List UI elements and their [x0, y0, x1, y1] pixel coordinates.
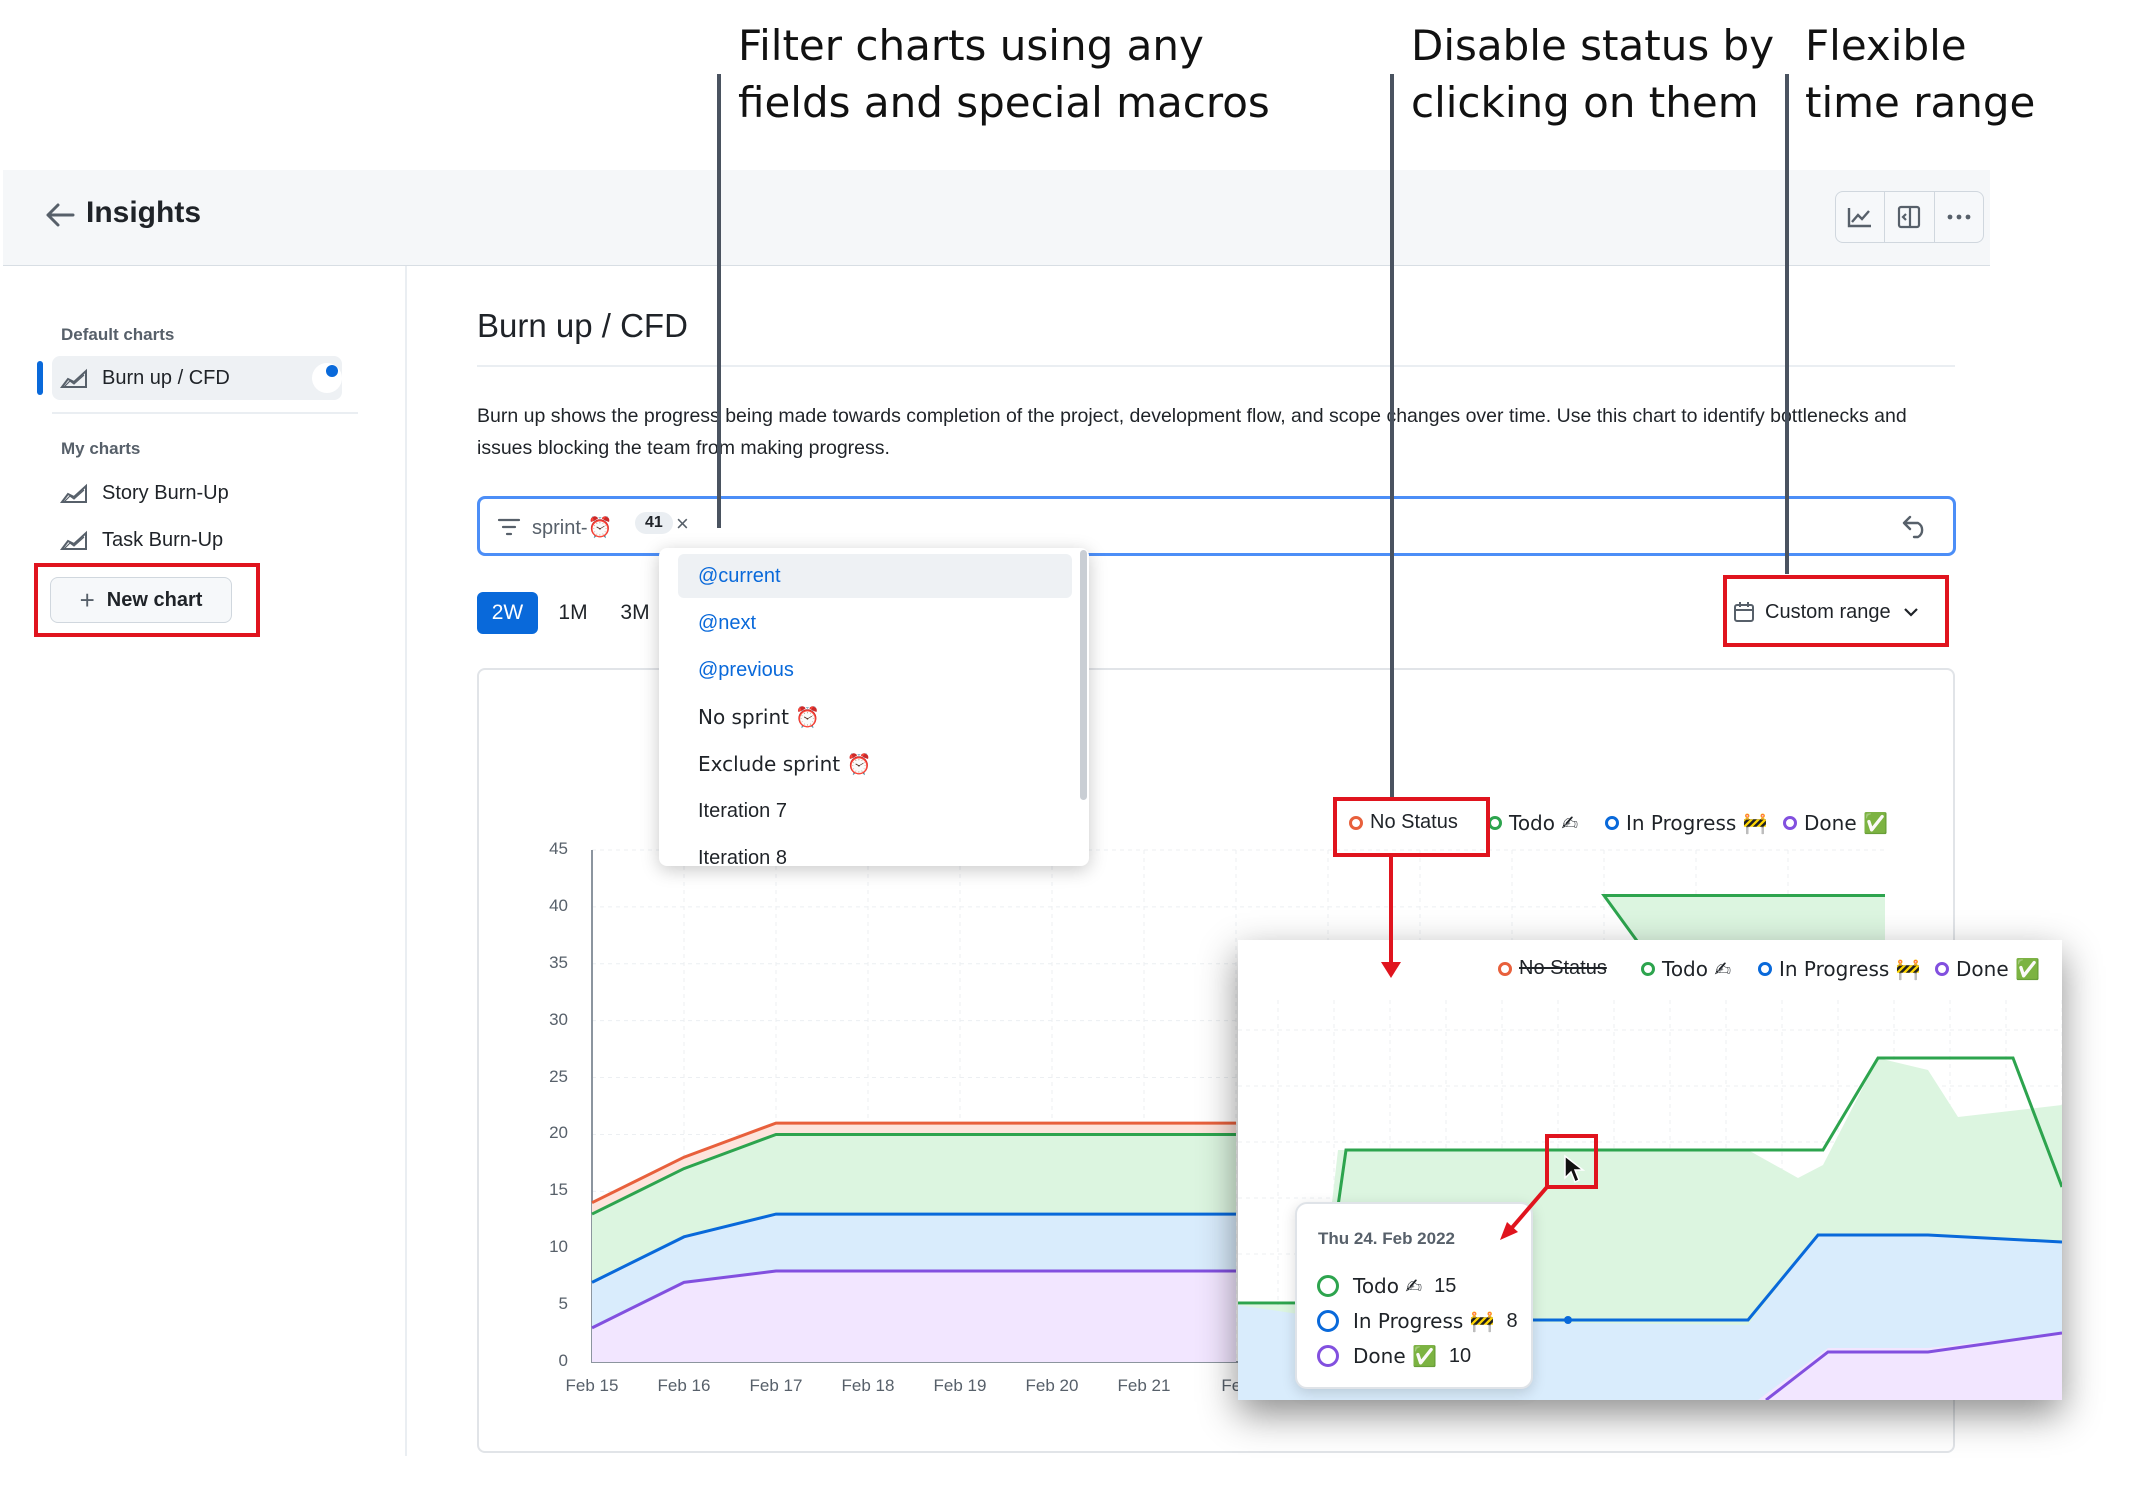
dropdown-item-next[interactable]: @next — [678, 601, 1072, 645]
x-tick-label: Feb 17 — [749, 1376, 803, 1395]
tooltip-value: 10 — [1448, 1344, 1472, 1367]
legend-marker — [1935, 962, 1949, 976]
highlight-data-point — [1545, 1134, 1598, 1189]
tooltip-label: Todo ✍ — [1353, 1274, 1423, 1298]
tooltip-row-todo: Todo ✍ 15 — [1317, 1274, 1456, 1298]
y-tick-label: 0 — [558, 1351, 568, 1370]
legend-marker — [1498, 961, 1512, 976]
filter-suggestions-dropdown: @current @next @previous No sprint ⏰ Exc… — [659, 548, 1089, 866]
y-tick-label: 45 — [549, 839, 568, 858]
y-tick-label: 5 — [558, 1294, 568, 1314]
highlight-new-chart — [34, 563, 260, 637]
tooltip-marker — [1317, 1345, 1339, 1367]
y-tick-label: 20 — [549, 1123, 568, 1143]
area-done — [592, 1270, 1236, 1362]
legend-label: In Progress 🚧 — [1626, 811, 1768, 835]
tooltip-label: In Progress 🚧 — [1353, 1309, 1495, 1333]
zoom-point — [1564, 1316, 1572, 1324]
tooltip-marker — [1317, 1275, 1339, 1297]
tooltip-value: 8 — [1506, 1309, 1518, 1332]
dropdown-item-exclude-sprint[interactable]: Exclude sprint ⏰ — [678, 742, 1072, 786]
dropdown-item-iteration-7[interactable]: Iteration 7 — [678, 789, 1072, 833]
tooltip-row-done: Done ✅ 10 — [1317, 1344, 1471, 1368]
legend-label: Done ✅ — [1956, 957, 2040, 981]
legend-label: Done ✅ — [1804, 811, 1888, 835]
chart-tooltip: Thu 24. Feb 2022 Todo ✍ 15 In Progress 🚧 8… — [1295, 1202, 1533, 1389]
highlight-custom-range — [1723, 575, 1949, 647]
legend-done[interactable]: Done ✅ — [1783, 811, 1888, 835]
y-tick-label: 10 — [549, 1237, 568, 1257]
y-tick-label: 25 — [549, 1066, 568, 1086]
x-tick-label: Feb 21 — [1117, 1376, 1171, 1395]
x-tick-label: Feb 16 — [657, 1376, 711, 1395]
legend-in-progress[interactable]: In Progress 🚧 — [1605, 811, 1768, 835]
legend-label: In Progress 🚧 — [1779, 957, 1921, 981]
annotation-line-range — [1785, 74, 1789, 574]
zoom-legend-in-progress[interactable]: In Progress 🚧 — [1758, 957, 1921, 981]
legend-marker — [1641, 962, 1655, 976]
x-tick-label: Feb 18 — [841, 1376, 895, 1395]
legend-label: No Status — [1519, 957, 1607, 979]
legend-label: Todo ✍ — [1662, 957, 1732, 981]
x-tick-label: Feb 20 — [1025, 1376, 1079, 1395]
x-tick-label: Feb 19 — [933, 1376, 987, 1395]
legend-marker — [1758, 962, 1772, 976]
dropdown-item-previous[interactable]: @previous — [678, 648, 1072, 692]
tooltip-value: 15 — [1434, 1274, 1457, 1297]
zoom-legend-todo[interactable]: Todo ✍ — [1641, 957, 1731, 981]
legend-label: Todo ✍ — [1509, 811, 1579, 835]
annotation-line-status — [1390, 74, 1394, 799]
dropdown-item-iteration-8[interactable]: Iteration 8 — [678, 836, 1072, 867]
legend-marker — [1605, 816, 1619, 830]
dropdown-item-no-sprint[interactable]: No sprint ⏰ — [678, 695, 1072, 739]
dropdown-scrollbar[interactable] — [1080, 550, 1087, 800]
y-tick-label: 35 — [549, 952, 568, 972]
legend-todo[interactable]: Todo ✍ — [1488, 811, 1578, 835]
annotation-line-filter — [717, 74, 721, 528]
tooltip-row-in-progress: In Progress 🚧 8 — [1317, 1309, 1518, 1333]
dropdown-item-current[interactable]: @current — [678, 554, 1072, 598]
y-tick-label: 40 — [549, 895, 568, 915]
y-tick-label: 15 — [549, 1180, 568, 1200]
zoom-legend-done[interactable]: Done ✅ — [1935, 957, 2040, 981]
legend-marker — [1783, 816, 1797, 830]
x-tick-label: Feb 15 — [565, 1376, 619, 1395]
y-tick-label: 30 — [549, 1009, 568, 1029]
tooltip-marker — [1317, 1310, 1339, 1332]
zoom-legend-no-status[interactable]: No Status — [1498, 957, 1607, 980]
tooltip-label: Done ✅ — [1353, 1344, 1437, 1368]
area-todo-plateau — [1604, 895, 1885, 945]
legend-marker — [1488, 816, 1502, 830]
tooltip-date: Thu 24. Feb 2022 — [1318, 1229, 1455, 1248]
highlight-no-status — [1333, 797, 1490, 857]
